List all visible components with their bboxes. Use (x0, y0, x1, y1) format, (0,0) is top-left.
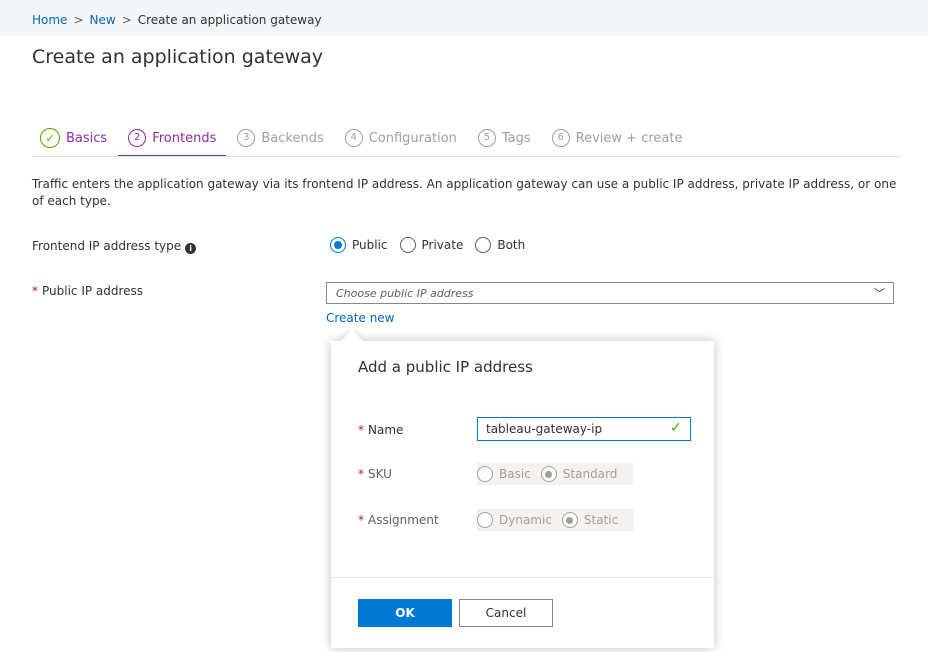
radio-sku-basic[interactable]: Basic (477, 466, 531, 482)
tab-label: Basics (66, 130, 108, 146)
ok-button[interactable]: OK (358, 599, 452, 627)
sku-label-text: SKU (368, 467, 392, 481)
radio-dot (334, 241, 342, 249)
radio-both[interactable]: Both (475, 237, 525, 253)
step-number: 5 (477, 129, 496, 147)
public-ip-label-text: Public IP address (42, 284, 144, 298)
tab-label: Configuration (368, 130, 457, 146)
radio-circle (540, 466, 557, 482)
frontend-ip-type-label: Frontend IP address type i (32, 239, 197, 254)
radio-public[interactable]: Public (330, 237, 388, 253)
check-icon: ✓ (40, 128, 60, 148)
cancel-button[interactable]: Cancel (459, 599, 553, 627)
tab-label: Tags (501, 130, 531, 146)
public-ip-label: * Public IP address (32, 284, 143, 298)
header: Home > New > Create an application gatew… (0, 0, 928, 90)
radio-circle (330, 237, 346, 253)
page-title: Create an application gateway (32, 46, 324, 68)
radio-label: Both (497, 238, 526, 252)
tab-frontends[interactable]: 2 Frontends (118, 122, 227, 157)
required-mark: * (358, 513, 364, 527)
frontend-ip-type-radios: Public Private Both (330, 237, 537, 253)
name-label: * Name (358, 423, 403, 437)
chevron-down-icon: ﹀ (874, 287, 885, 300)
public-ip-dropdown[interactable]: Choose public IP address ﹀ (326, 282, 894, 304)
breadcrumb-current: Create an application gateway (137, 13, 322, 27)
tab-tags[interactable]: 5 Tags (476, 122, 533, 154)
radio-dot (545, 470, 553, 478)
step-number: 2 (128, 129, 147, 147)
assignment-label: * Assignment (358, 513, 439, 527)
radio-label: Dynamic (499, 513, 552, 527)
breadcrumb-separator: > (73, 13, 84, 27)
radio-circle (475, 237, 492, 253)
tabs-divider (32, 156, 900, 157)
flyout-divider (331, 577, 714, 578)
required-mark: * (32, 284, 38, 298)
radio-label: Basic (499, 467, 531, 481)
frontends-description: Traffic enters the application gateway v… (32, 177, 897, 208)
breadcrumb-home[interactable]: Home (32, 13, 67, 27)
radio-circle (561, 512, 578, 528)
radio-label: Static (583, 513, 619, 527)
wizard-tabs: ✓ Basics 2 Frontends 3 Backends 4 Config… (38, 122, 701, 157)
sku-label: * SKU (358, 467, 392, 481)
radio-circle (399, 237, 416, 253)
tab-backends[interactable]: 3 Backends (235, 122, 325, 154)
create-new-link[interactable]: Create new (326, 311, 395, 325)
radio-sku-standard[interactable]: Standard (540, 466, 618, 482)
radio-assignment-dynamic[interactable]: Dynamic (477, 512, 552, 528)
assignment-radios: Dynamic Static (477, 509, 635, 531)
name-input[interactable] (477, 417, 691, 441)
radio-private[interactable]: Private (399, 237, 464, 253)
tab-label: Backends (261, 130, 324, 146)
tab-configuration[interactable]: 4 Configuration (343, 122, 459, 154)
radio-dot (566, 516, 574, 524)
required-mark: * (358, 423, 364, 437)
required-mark: * (358, 467, 364, 481)
radio-label: Private (421, 238, 464, 252)
step-number: 4 (344, 129, 363, 147)
radio-circle (477, 466, 493, 482)
step-number: 3 (237, 129, 256, 147)
flyout-title: Add a public IP address (358, 358, 533, 376)
tab-label: Frontends (152, 130, 217, 146)
radio-label: Standard (562, 467, 618, 481)
assignment-label-text: Assignment (368, 513, 439, 527)
radio-label: Public (352, 238, 388, 252)
tab-basics[interactable]: ✓ Basics (38, 122, 109, 154)
name-label-text: Name (368, 423, 404, 437)
tab-label: Review + create (575, 130, 683, 146)
frontend-ip-type-text: Frontend IP address type (32, 239, 182, 253)
breadcrumb: Home > New > Create an application gatew… (32, 13, 322, 27)
radio-assignment-static[interactable]: Static (561, 512, 619, 528)
breadcrumb-new[interactable]: New (90, 13, 116, 27)
tab-review-create[interactable]: 6 Review + create (550, 122, 685, 154)
breadcrumb-separator: > (121, 13, 132, 27)
info-icon[interactable]: i (185, 243, 197, 254)
sku-radios: Basic Standard (477, 463, 634, 485)
step-number: 6 (551, 129, 570, 147)
dropdown-placeholder: Choose public IP address (336, 287, 474, 300)
radio-circle (477, 512, 493, 528)
valid-check-icon: ✓ (670, 420, 682, 436)
add-public-ip-flyout: Add a public IP address * Name ✓ * SKU Bas… (331, 341, 714, 648)
